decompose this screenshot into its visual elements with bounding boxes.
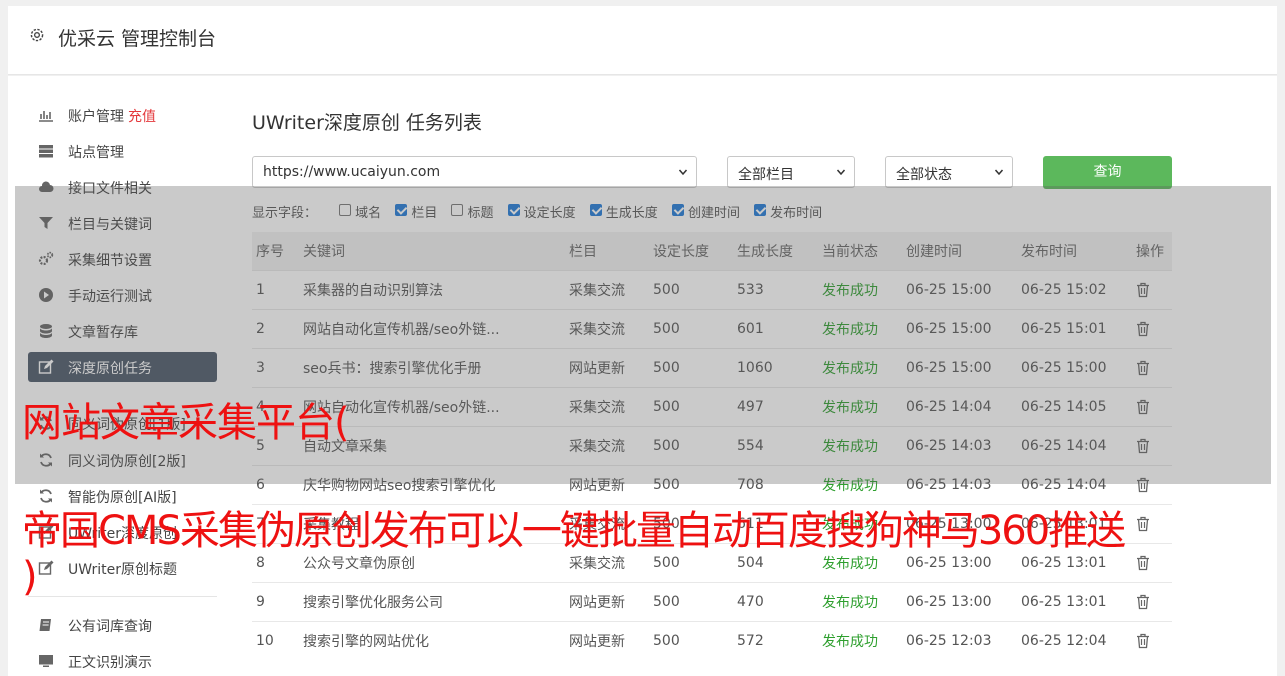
app-title: 优采云 管理控制台 — [58, 28, 217, 50]
cell-set-length: 500 — [649, 621, 733, 660]
trash-icon[interactable] — [1136, 633, 1150, 649]
status-select[interactable]: 全部状态 — [885, 156, 1013, 188]
chevron-down-icon — [679, 169, 687, 176]
sidebar-item-label: 智能伪原创[AI版] — [68, 490, 177, 506]
page-title: UWriter深度原创 任务列表 — [252, 112, 482, 134]
gear-icon — [30, 28, 44, 42]
query-button[interactable]: 查询 — [1043, 156, 1172, 189]
monitor-icon — [39, 655, 53, 667]
sidebar-item-ai-rewrite[interactable]: 智能伪原创[AI版] — [28, 481, 217, 511]
watermark-line-3-text: ) — [22, 554, 38, 600]
sidebar-item-label: 账户管理 — [68, 109, 124, 125]
sidebar-item-public-lexicon[interactable]: 公有词库查询 — [28, 610, 217, 640]
cell-action — [1132, 504, 1172, 544]
sidebar-item-text-recognition[interactable]: 正文识别演示 — [28, 646, 217, 676]
recharge-link[interactable]: 充值 — [128, 109, 156, 125]
top-bar: 优采云 管理控制台 — [8, 6, 1277, 75]
trash-icon[interactable] — [1136, 516, 1150, 532]
column-select-value: 全部栏目 — [738, 167, 794, 183]
sidebar-item-account[interactable]: 账户管理 充值 — [28, 100, 217, 130]
status-select-value: 全部状态 — [896, 167, 952, 183]
sidebar-item-label: 公有词库查询 — [68, 619, 152, 635]
cell-index: 10 — [252, 621, 299, 660]
watermark-line-1: 网站文章采集平台( — [22, 400, 350, 446]
server-icon — [39, 145, 53, 158]
refresh-icon — [40, 489, 52, 503]
cell-created: 06-25 12:03 — [902, 621, 1017, 660]
cell-action — [1132, 543, 1172, 583]
table-row: 10 搜索引擎的网站优化 网站更新 500 572 发布成功 06-25 12:03 06-2… — [252, 621, 1172, 660]
bar-chart-icon — [39, 111, 53, 122]
cell-action — [1132, 582, 1172, 622]
trash-icon[interactable] — [1136, 555, 1150, 571]
watermark-line-2-text: 帝国CMS采集伪原创发布可以一键批量自动百度搜狗神马360推送 — [22, 508, 1126, 554]
cell-gen-length: 572 — [733, 621, 818, 660]
chevron-down-icon — [995, 169, 1003, 176]
sidebar-item-label: 正文识别演示 — [68, 655, 152, 671]
sidebar-item-sites[interactable]: 站点管理 — [28, 136, 217, 166]
site-select[interactable]: https://www.ucaiyun.com — [252, 156, 697, 188]
sidebar-item-label: 站点管理 — [68, 145, 124, 161]
cell-keyword: 搜索引擎的网站优化 — [299, 621, 565, 660]
cell-published: 06-25 12:04 — [1017, 621, 1132, 660]
cell-status: 发布成功 — [818, 621, 902, 660]
chevron-down-icon — [837, 169, 845, 176]
watermark-line-2: 帝国CMS采集伪原创发布可以一键批量自动百度搜狗神马360推送 ) — [22, 508, 1126, 600]
cell-column: 网站更新 — [565, 621, 649, 660]
book-icon — [39, 619, 51, 631]
column-select[interactable]: 全部栏目 — [727, 156, 855, 188]
site-select-value: https://www.ucaiyun.com — [263, 164, 441, 180]
cell-action — [1132, 621, 1172, 660]
trash-icon[interactable] — [1136, 594, 1150, 610]
